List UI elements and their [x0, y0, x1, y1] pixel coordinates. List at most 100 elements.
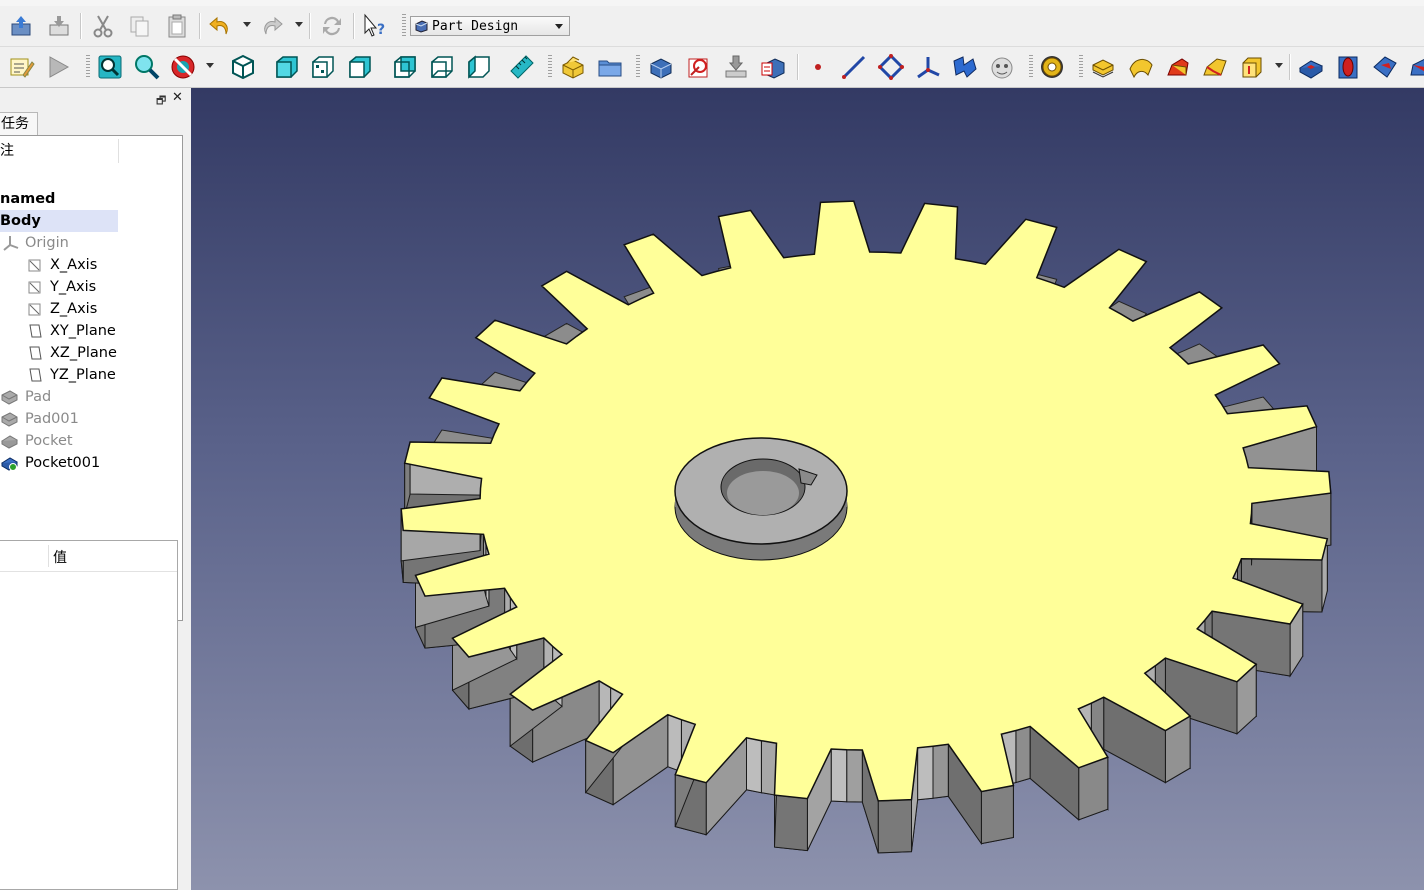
pad-button[interactable]	[1088, 52, 1118, 82]
save-as-button[interactable]	[44, 11, 74, 41]
undo-icon	[209, 16, 228, 35]
pad-icon	[1, 412, 18, 427]
shape-binder-button[interactable]	[758, 52, 788, 82]
loft-icon	[1167, 58, 1189, 76]
datum-line-button[interactable]	[839, 52, 869, 82]
left-cube-icon	[468, 55, 490, 79]
toolbar-view-partdesign	[0, 47, 1424, 88]
top-cube-icon	[312, 56, 334, 78]
view-rear-button[interactable]	[390, 52, 420, 82]
revolution-button[interactable]	[1126, 52, 1156, 82]
groove-icon	[1373, 56, 1397, 78]
binder-icon	[761, 58, 785, 79]
groove-button[interactable]	[1370, 52, 1400, 82]
mask-icon	[991, 57, 1013, 79]
validate-sketch-button[interactable]	[721, 52, 751, 82]
gear-hub	[674, 437, 848, 561]
fit-all-button[interactable]	[95, 52, 125, 82]
pocket-icon	[1, 435, 18, 449]
paste-button[interactable]	[162, 11, 192, 41]
workbench-selector[interactable]: Part Design	[410, 16, 570, 36]
create-sketch-button[interactable]	[684, 52, 714, 82]
value-column-header: 值	[53, 550, 67, 566]
3d-viewport[interactable]	[191, 88, 1424, 890]
view-top-button[interactable]	[308, 52, 338, 82]
view-right-button[interactable]	[345, 52, 375, 82]
body-icon	[650, 58, 672, 79]
revolution-icon	[1129, 59, 1153, 79]
close-panel-icon[interactable]: ✕	[172, 90, 183, 105]
additive-loft-button[interactable]	[1163, 52, 1193, 82]
draw-style-icon	[171, 55, 195, 79]
create-group-button[interactable]	[595, 52, 625, 82]
draw-style-dropdown-icon[interactable]	[206, 63, 214, 68]
view-front-button[interactable]	[272, 52, 302, 82]
cut-button[interactable]	[88, 11, 118, 41]
iso-cube-icon	[232, 54, 254, 80]
gear-model[interactable]	[191, 88, 1424, 890]
open-document-button[interactable]	[6, 11, 36, 41]
help-cursor-icon: ?	[364, 13, 385, 38]
measure-button[interactable]	[507, 52, 537, 82]
gear-side-face	[846, 749, 863, 803]
view-axonometric-button[interactable]	[228, 52, 258, 82]
open-icon	[11, 16, 31, 36]
fit-all-icon	[98, 55, 122, 79]
copy-button[interactable]	[125, 11, 155, 41]
fit-selection-button[interactable]	[132, 52, 162, 82]
tree-item-body[interactable]: Body	[0, 210, 118, 232]
view-bottom-button[interactable]	[427, 52, 457, 82]
front-cube-icon	[276, 56, 298, 78]
pocket-button[interactable]	[1296, 52, 1326, 82]
macro-edit-icon	[10, 58, 35, 78]
additive-primitive-button[interactable]	[1237, 52, 1267, 82]
axis-icon	[28, 303, 41, 316]
combo-view-panel: 🗗 ✕ 任务 注 named Body Origin X_Axis Y_Axis…	[0, 88, 188, 890]
hole-button[interactable]	[1333, 52, 1363, 82]
draw-style-button[interactable]	[168, 52, 198, 82]
sprocket-button[interactable]	[1037, 52, 1067, 82]
panel-splitter[interactable]	[183, 88, 191, 890]
create-part-button[interactable]	[558, 52, 588, 82]
toolbar-file-edit: ? Part Design	[0, 6, 1424, 47]
clone-button[interactable]	[950, 52, 980, 82]
refresh-button[interactable]	[317, 11, 347, 41]
gear-side-face	[830, 748, 848, 803]
right-cube-icon	[349, 56, 371, 78]
undo-dropdown-icon[interactable]	[243, 22, 251, 27]
pipe-icon	[1203, 58, 1227, 76]
gear-side-face	[774, 794, 808, 852]
workbench-label: Part Design	[432, 19, 519, 34]
point-icon	[815, 64, 821, 70]
whats-this-button[interactable]: ?	[360, 11, 390, 41]
tab-tasks[interactable]: 任务	[0, 112, 38, 135]
plane-icon	[877, 53, 905, 81]
undo-button[interactable]	[205, 11, 235, 41]
play-icon	[49, 56, 70, 78]
create-body-button[interactable]	[646, 52, 676, 82]
gear-side-face	[746, 737, 762, 794]
redo-dropdown-icon[interactable]	[295, 22, 303, 27]
folder-icon	[598, 60, 622, 77]
gear-side-face	[980, 784, 1014, 845]
pocket-active-icon	[1, 457, 18, 471]
clone-icon	[953, 56, 977, 78]
datum-point-button[interactable]	[803, 52, 833, 82]
view-left-button[interactable]	[464, 52, 494, 82]
gear-icon	[1041, 56, 1063, 78]
part-icon	[562, 56, 584, 79]
primitive-dropdown-icon[interactable]	[1275, 63, 1283, 68]
redo-icon	[264, 16, 283, 35]
macro-run-button[interactable]	[43, 52, 73, 82]
tree-item-label: Body	[0, 213, 41, 229]
macro-edit-button[interactable]	[6, 52, 36, 82]
local-coordinate-system-button[interactable]	[913, 52, 943, 82]
sub-shape-binder-button[interactable]	[987, 52, 1017, 82]
subtractive-loft-button[interactable]	[1406, 52, 1424, 82]
hub-bore-floor	[727, 471, 799, 515]
datum-plane-button[interactable]	[876, 52, 906, 82]
redo-button[interactable]	[257, 11, 287, 41]
float-panel-icon[interactable]: 🗗	[156, 92, 166, 111]
tree-item-label: X_Axis	[50, 257, 98, 273]
additive-pipe-button[interactable]	[1200, 52, 1230, 82]
